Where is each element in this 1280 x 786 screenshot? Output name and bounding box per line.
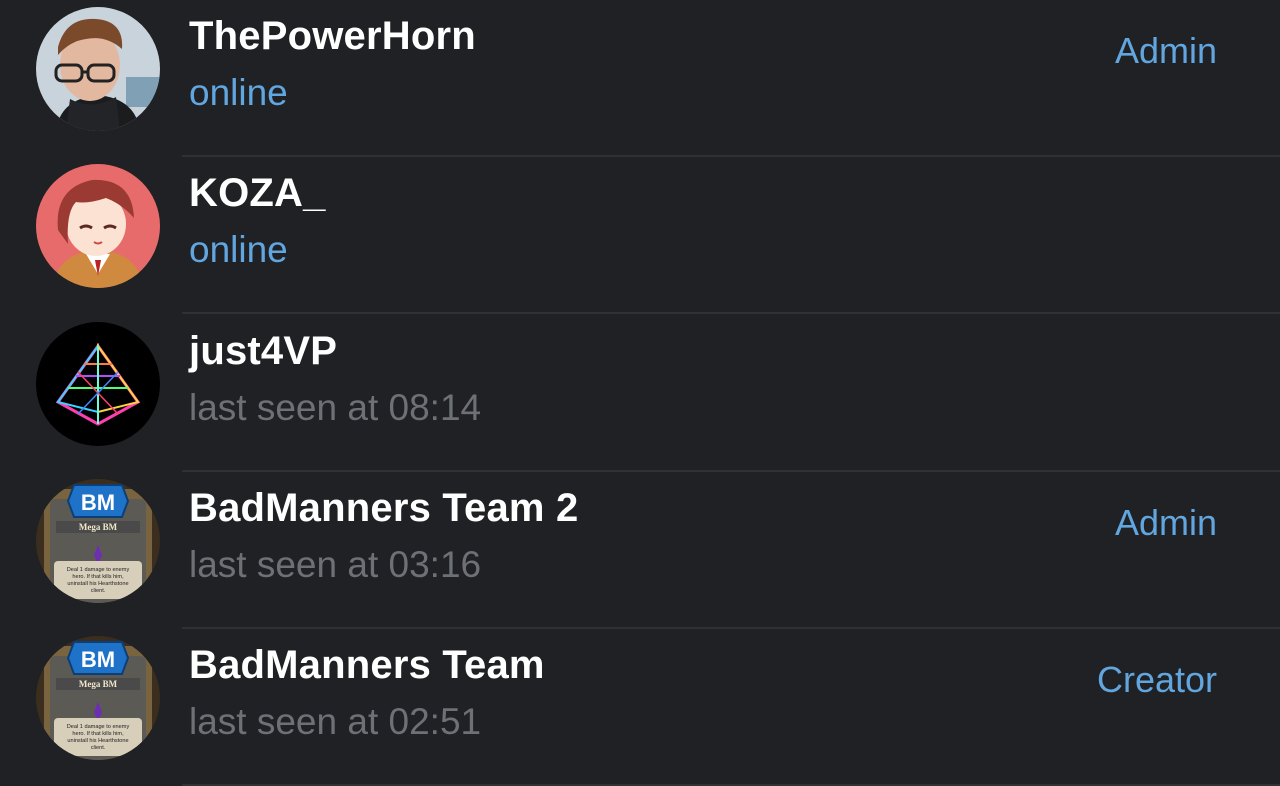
member-name: ThePowerHorn: [189, 14, 476, 58]
anime-girl-icon: [36, 164, 160, 288]
member-row[interactable]: BM Mega BM Deal 1 damage to enemy hero. …: [0, 472, 1280, 629]
card-text: client.: [91, 588, 106, 594]
card-text: hero. If that kills him,: [72, 731, 124, 737]
member-name: BadManners Team 2: [189, 486, 579, 530]
member-name: just4VP: [189, 329, 338, 373]
card-badge: BM: [81, 647, 115, 672]
member-status: last seen at 08:14: [189, 387, 482, 428]
member-status: last seen at 03:16: [189, 544, 482, 585]
member-name: KOZA_: [189, 171, 326, 215]
member-status: last seen at 02:51: [189, 701, 482, 742]
member-name: BadManners Team: [189, 643, 545, 687]
member-row[interactable]: just4VP last seen at 08:14: [0, 315, 1280, 472]
avatar[interactable]: BM Mega BM Deal 1 damage to enemy hero. …: [36, 636, 160, 760]
divider: [182, 312, 1280, 314]
hearthstone-card-icon: BM Mega BM Deal 1 damage to enemy hero. …: [36, 636, 160, 760]
avatar[interactable]: [36, 322, 160, 446]
neon-pyramid-icon: [36, 322, 160, 446]
card-text: uninstall his Hearthstone: [67, 581, 128, 587]
member-role-badge: Admin: [1114, 502, 1217, 543]
member-row[interactable]: ThePowerHorn online Admin: [0, 0, 1280, 157]
card-badge: BM: [81, 490, 115, 515]
card-title: Mega BM: [79, 679, 118, 689]
card-text: Deal 1 damage to enemy: [67, 724, 130, 730]
member-status: online: [189, 72, 288, 113]
member-role-badge: Creator: [1096, 659, 1217, 700]
card-title: Mega BM: [79, 522, 118, 532]
member-row[interactable]: KOZA_ online: [0, 157, 1280, 314]
avatar[interactable]: [36, 164, 160, 288]
card-text: hero. If that kills him,: [72, 574, 124, 580]
member-role-badge: Admin: [1114, 30, 1217, 71]
member-status: online: [189, 229, 288, 270]
card-text: client.: [91, 745, 106, 751]
card-text: Deal 1 damage to enemy: [67, 567, 130, 573]
member-list: ThePowerHorn online Admin KOZA_ online j…: [0, 0, 1280, 786]
hearthstone-card-icon: BM Mega BM Deal 1 damage to enemy hero. …: [36, 479, 160, 603]
avatar[interactable]: [36, 7, 160, 131]
user-photo-icon: [36, 7, 160, 131]
avatar[interactable]: BM Mega BM Deal 1 damage to enemy hero. …: [36, 479, 160, 603]
card-text: uninstall his Hearthstone: [67, 738, 128, 744]
member-row[interactable]: BM Mega BM Deal 1 damage to enemy hero. …: [0, 629, 1280, 786]
